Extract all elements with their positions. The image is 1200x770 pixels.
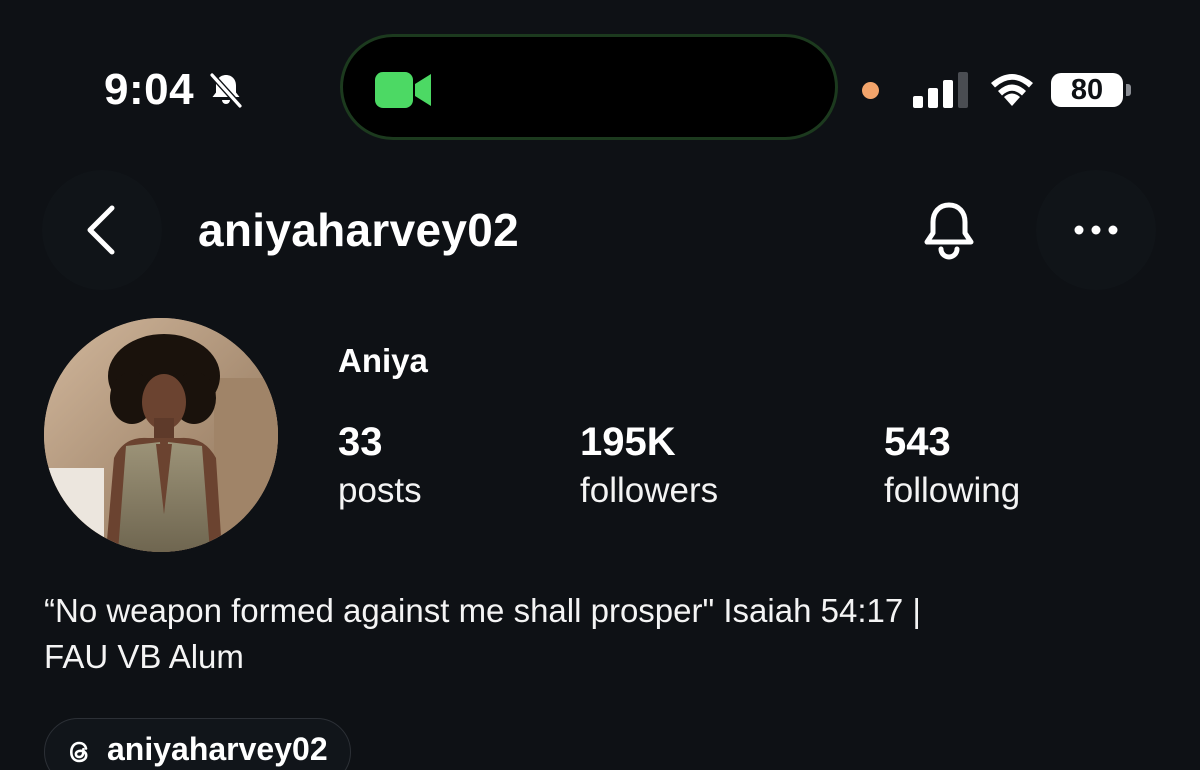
wifi-icon (991, 74, 1033, 106)
page-title-username: aniyaharvey02 (198, 204, 520, 256)
profile-avatar[interactable] (44, 318, 278, 552)
battery-cap (1126, 84, 1131, 96)
back-button[interactable] (42, 170, 162, 290)
following-count: 543 (884, 420, 951, 464)
followers-count: 195K (580, 420, 676, 464)
status-time: 9:04 (104, 65, 195, 114)
status-time-group: 9:04 (104, 62, 246, 118)
facetime-camera-icon (375, 72, 431, 108)
status-indicators: 80 (862, 68, 1131, 112)
battery-level: 80 (1051, 73, 1123, 107)
display-name: Aniya (338, 342, 428, 379)
more-icon (1074, 225, 1118, 235)
chevron-left-icon (87, 205, 115, 255)
profile-bio: “No weapon formed against me shall prosp… (44, 588, 1154, 680)
followers-label: followers (580, 471, 719, 510)
profile-screen: 9:04 80 aniyaharvey02 Aniya 33 posts 195… (0, 0, 1200, 770)
more-options-button[interactable] (1036, 170, 1156, 290)
following-label: following (884, 471, 1021, 510)
threads-username: aniyaharvey02 (107, 731, 328, 767)
notifications-button[interactable] (900, 180, 998, 280)
posts-count: 33 (338, 420, 383, 464)
battery-icon: 80 (1051, 73, 1131, 107)
dynamic-island[interactable] (340, 34, 838, 140)
signal-icon (913, 72, 968, 108)
stat-posts[interactable]: 33 posts (338, 418, 422, 514)
bell-icon (924, 202, 974, 260)
stat-followers[interactable]: 195K followers (580, 418, 718, 514)
stat-following[interactable]: 543 following (884, 418, 1020, 514)
bell-slash-icon (209, 72, 244, 109)
recording-indicator-dot (862, 81, 879, 99)
threads-icon (69, 741, 88, 763)
bio-line: “No weapon formed against me shall prosp… (44, 592, 921, 629)
avatar-photo (44, 318, 278, 552)
posts-label: posts (338, 471, 422, 510)
threads-link-chip[interactable]: aniyaharvey02 (44, 718, 351, 770)
bio-line: FAU VB Alum (44, 638, 244, 675)
